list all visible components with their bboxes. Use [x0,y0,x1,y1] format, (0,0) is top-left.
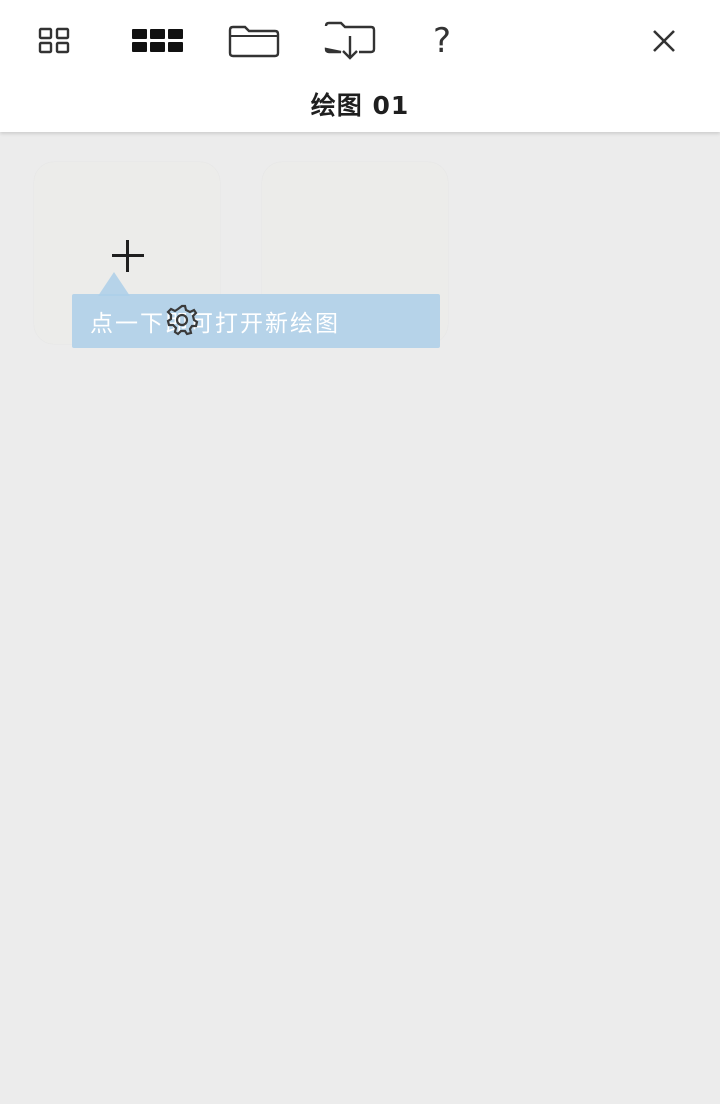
header-bar: ? 绘图 01 [0,0,720,132]
import-button[interactable] [322,18,378,64]
app-window: ? 绘图 01 点一下即可打开新绘图 [0,0,720,1104]
large-grid-view-button[interactable] [130,18,186,64]
import-icon [324,21,376,60]
grid-large-icon [132,29,183,52]
close-button[interactable] [636,18,692,64]
close-icon [653,30,675,52]
onboarding-tooltip[interactable]: 点一下即可打开新绘图 [72,294,440,348]
folder-icon [228,25,280,58]
drawing-gallery: 点一下即可打开新绘图 [0,136,720,1104]
help-icon: ? [432,21,452,61]
tooltip-text: 点一下即可打开新绘图 [90,311,340,337]
plus-icon [108,236,148,276]
help-button[interactable]: ? [414,18,470,64]
page-title: 绘图 01 [310,91,410,120]
gear-icon[interactable] [162,300,202,340]
open-folder-button[interactable] [226,18,282,64]
grid-small-icon [38,27,70,54]
tooltip-pointer [98,272,130,296]
small-grid-view-button[interactable] [27,18,83,64]
